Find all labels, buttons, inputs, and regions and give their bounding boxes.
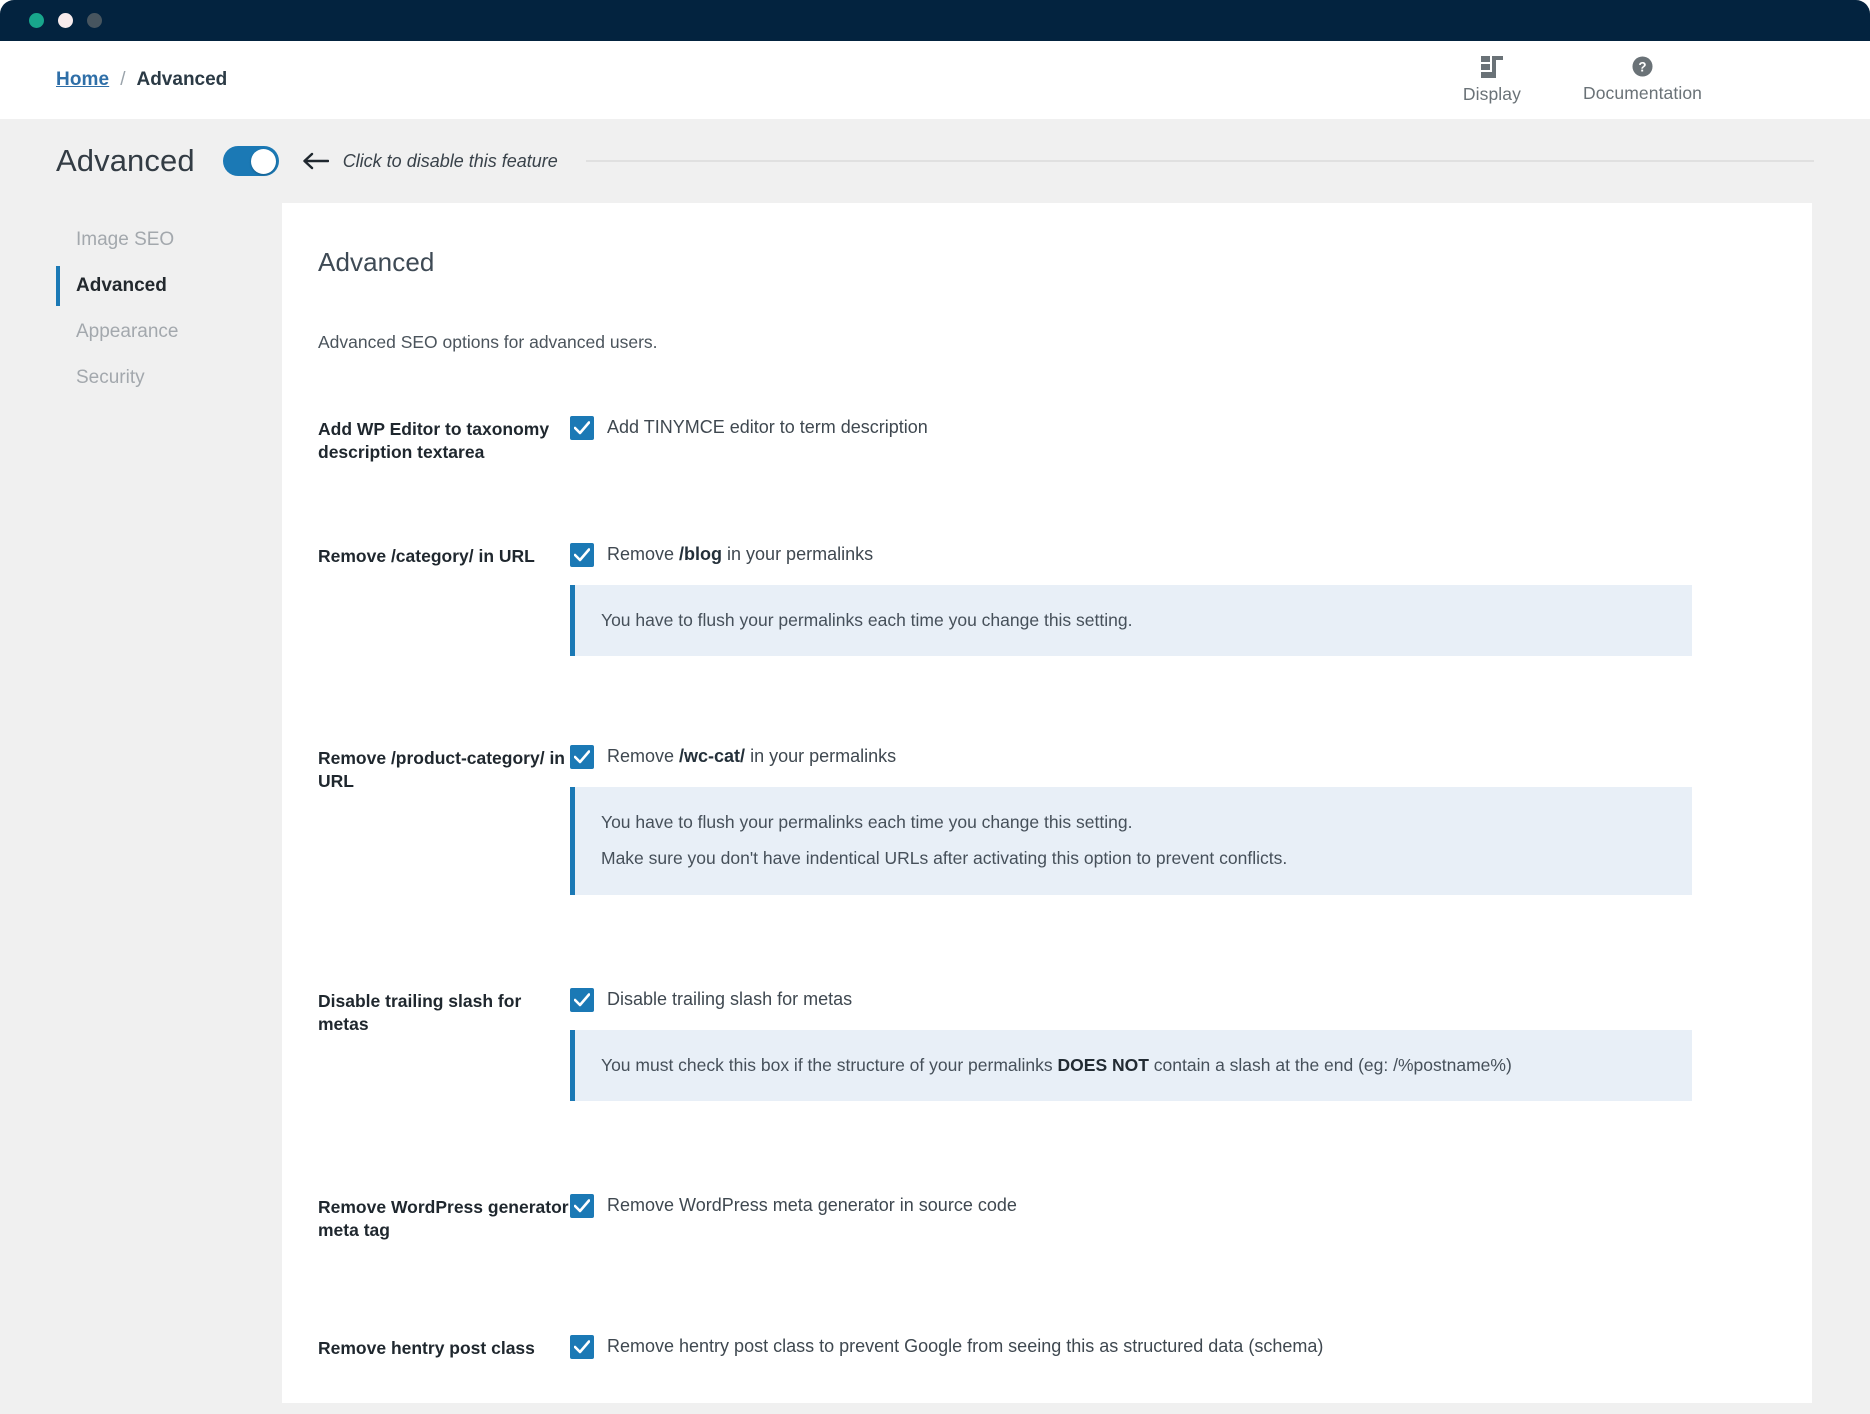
setting-row-remove-wp-generator: Remove WordPress generator meta tag Remo… <box>318 1193 1772 1242</box>
body: Image SEO Advanced Appearance Security A… <box>0 203 1870 1403</box>
feature-toggle-hint: Click to disable this feature <box>342 150 558 171</box>
sidebar-item-label: Appearance <box>76 321 179 342</box>
svg-text:?: ? <box>1638 59 1646 74</box>
sidebar-item-label: Security <box>76 367 145 388</box>
app-window: Home / Advanced Display ? Documentation … <box>0 0 1870 1414</box>
notice-disable-trailing-slash: You must check this box if the structure… <box>570 1029 1692 1101</box>
breadcrumb: Home / Advanced <box>56 69 227 91</box>
checkbox-remove-product-category-url[interactable] <box>570 745 594 770</box>
setting-label: Remove /product-category/ in URL <box>318 748 565 792</box>
checkbox-label-emphasis: /wc-cat/ <box>679 746 746 767</box>
header-divider <box>585 160 1814 162</box>
checkbox-wp-editor-taxonomy[interactable] <box>570 416 594 440</box>
setting-row-disable-trailing-slash: Disable trailing slash for metas Disable… <box>318 987 1772 1101</box>
notice-text-post: contain a slash at the end (eg: /%postna… <box>1148 1054 1512 1075</box>
checkbox-label: Remove WordPress meta generator in sourc… <box>607 1194 1017 1215</box>
page-title: Advanced <box>318 247 435 277</box>
checkbox-label: Disable trailing slash for metas <box>607 988 853 1009</box>
notice-text: You have to flush your permalinks each t… <box>601 812 1133 833</box>
maximize-dot[interactable] <box>87 13 102 28</box>
checkbox-label-emphasis: /blog <box>679 544 723 565</box>
notice-text: Make sure you don't have indentical URLs… <box>601 848 1288 869</box>
checkbox-label-pre: Remove <box>607 544 680 565</box>
sidebar-item-appearance[interactable]: Appearance <box>56 309 282 355</box>
breadcrumb-home-link[interactable]: Home <box>56 69 109 91</box>
feature-toggle-knob <box>250 148 276 174</box>
sidebar-item-label: Image SEO <box>76 229 175 250</box>
setting-row-remove-category-url: Remove /category/ in URL Remove /blog in… <box>318 542 1772 657</box>
display-action-label: Display <box>1462 83 1521 104</box>
notice-remove-category-url: You have to flush your permalinks each t… <box>570 585 1692 657</box>
feature-header: Advanced Click to disable this feature <box>0 119 1870 203</box>
checkbox-label-post: in your permalinks <box>745 746 897 767</box>
setting-field: Remove hentry post class to prevent Goog… <box>570 1334 1772 1359</box>
breadcrumb-separator: / <box>120 69 126 90</box>
display-layout-icon <box>1480 55 1503 78</box>
settings-card: Advanced Advanced SEO options for advanc… <box>282 203 1812 1403</box>
top-bar: Home / Advanced Display ? Documentation <box>0 41 1870 119</box>
notice-text: You must check this box if the structure… <box>601 1052 1666 1079</box>
setting-label: Remove WordPress generator meta tag <box>318 1196 569 1240</box>
checkbox-label: Remove hentry post class to prevent Goog… <box>607 1335 1324 1356</box>
question-mark-circle-icon: ? <box>1632 55 1653 77</box>
setting-label: Disable trailing slash for metas <box>318 990 522 1034</box>
feature-title: Advanced <box>56 143 195 178</box>
feature-toggle[interactable] <box>222 146 279 176</box>
notice-text-pre: You must check this box if the structure… <box>601 1054 1058 1075</box>
setting-row-remove-product-category-url: Remove /product-category/ in URL Remove … <box>318 744 1772 895</box>
notice-remove-product-category-url: You have to flush your permalinks each t… <box>570 787 1692 895</box>
checkbox-label: Add TINYMCE editor to term description <box>607 417 928 437</box>
topbar-actions: Display ? Documentation <box>1462 55 1830 105</box>
sidebar-item-security[interactable]: Security <box>56 355 282 401</box>
notice-text: You have to flush your permalinks each t… <box>601 610 1133 631</box>
documentation-action[interactable]: ? Documentation <box>1582 55 1702 104</box>
sidebar-item-image-seo[interactable]: Image SEO <box>56 217 282 263</box>
checkbox-label-post: in your permalinks <box>722 544 874 565</box>
arrow-left-icon <box>302 152 329 170</box>
setting-field: Add TINYMCE editor to term description <box>570 415 1772 440</box>
checkbox-label: Remove /wc-cat/ in your permalinks <box>607 744 896 768</box>
checkbox-remove-category-url[interactable] <box>570 543 594 568</box>
window-titlebar <box>0 0 1870 41</box>
checkbox-label: Remove /blog in your permalinks <box>607 542 873 566</box>
sidebar: Image SEO Advanced Appearance Security <box>56 203 282 401</box>
display-action[interactable]: Display <box>1462 55 1521 105</box>
sidebar-item-label: Advanced <box>76 275 167 296</box>
notice-text-emphasis: DOES NOT <box>1057 1054 1149 1075</box>
close-dot[interactable] <box>29 13 44 28</box>
setting-field: Remove WordPress meta generator in sourc… <box>570 1193 1772 1218</box>
checkbox-disable-trailing-slash[interactable] <box>570 987 594 1012</box>
minimize-dot[interactable] <box>58 13 73 28</box>
checkbox-remove-hentry-post-class[interactable] <box>570 1334 594 1359</box>
documentation-action-label: Documentation <box>1582 82 1702 103</box>
breadcrumb-current: Advanced <box>136 69 228 90</box>
checkbox-label-pre: Remove <box>607 746 680 767</box>
setting-field: Disable trailing slash for metas You mus… <box>570 987 1772 1101</box>
checkbox-remove-wp-generator[interactable] <box>570 1193 594 1218</box>
setting-label: Add WP Editor to taxonomy description te… <box>318 419 550 463</box>
setting-label: Remove /category/ in URL <box>318 546 535 567</box>
setting-field: Remove /wc-cat/ in your permalinks You h… <box>570 744 1772 895</box>
setting-row-remove-hentry-post-class: Remove hentry post class Remove hentry p… <box>318 1334 1772 1360</box>
sidebar-item-advanced[interactable]: Advanced <box>56 263 282 309</box>
page-description: Advanced SEO options for advanced users. <box>318 332 658 352</box>
setting-label: Remove hentry post class <box>318 1337 535 1358</box>
setting-row-wp-editor-taxonomy: Add WP Editor to taxonomy description te… <box>318 415 1772 464</box>
setting-field: Remove /blog in your permalinks You have… <box>570 542 1772 657</box>
